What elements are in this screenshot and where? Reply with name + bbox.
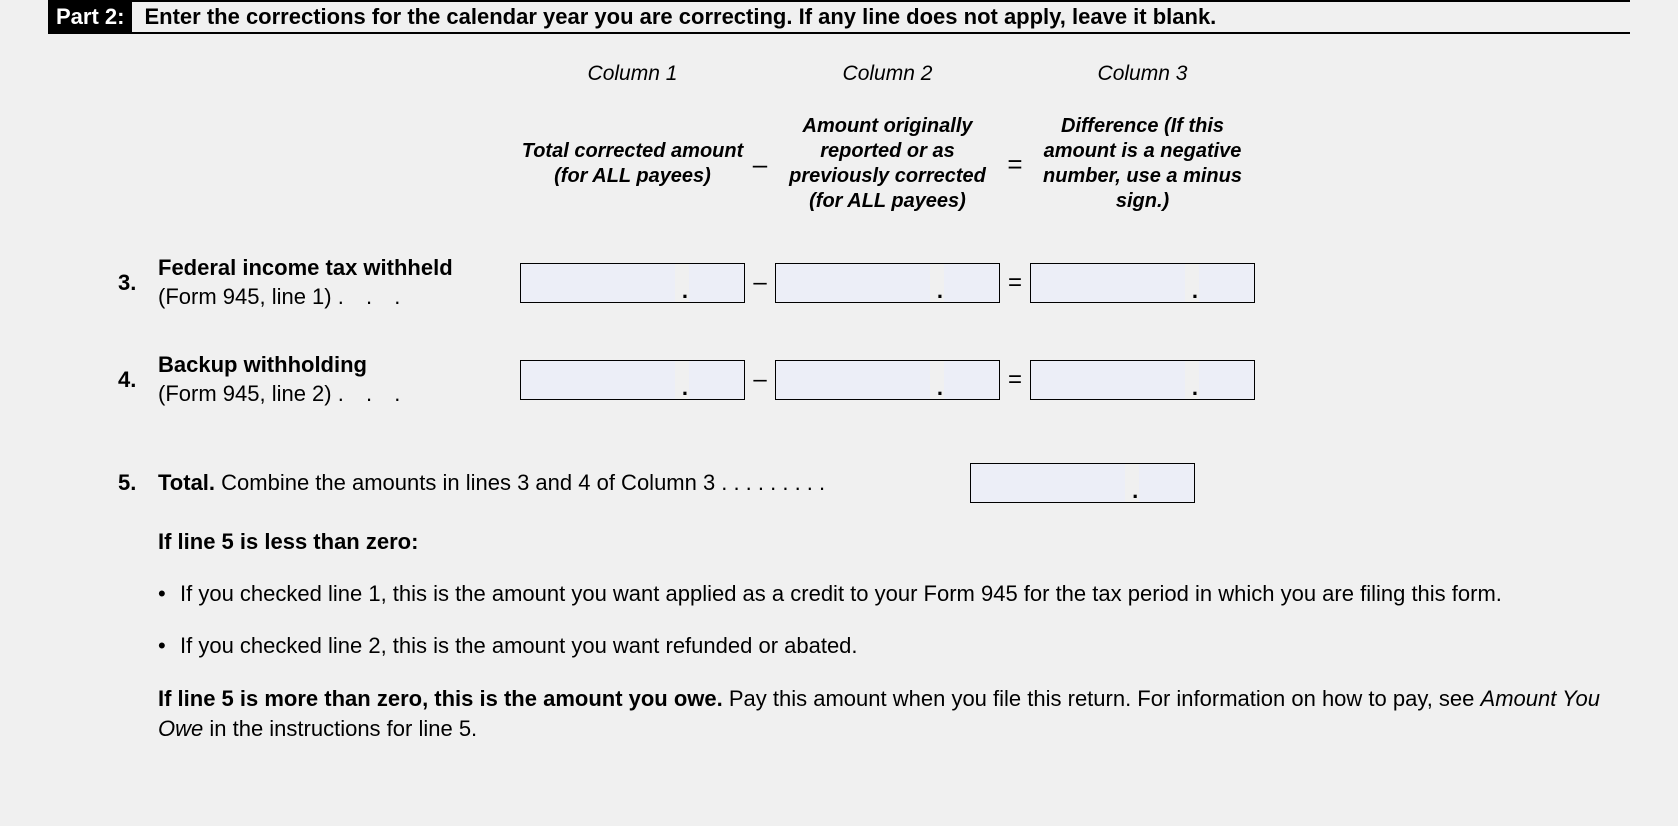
decimal-point: .	[1132, 478, 1138, 504]
part-header: Part 2: Enter the corrections for the ca…	[48, 0, 1630, 34]
columns-subheader-row: Total corrected amount (for ALL payees) …	[0, 114, 1678, 214]
line-4-dots: . . .	[338, 381, 409, 406]
line-5-label-bold: Total.	[158, 470, 215, 495]
decimal-point: .	[1192, 278, 1198, 304]
line-5-label-rest: Combine the amounts in lines 3 and 4 of …	[215, 470, 715, 495]
equals-operator: =	[1000, 149, 1030, 180]
column-3-title: Column 3	[1030, 62, 1255, 86]
line-4-col1-input[interactable]: .	[520, 360, 745, 400]
line-4-col2-input[interactable]: .	[775, 360, 1000, 400]
bullet-2: • If you checked line 2, this is the amo…	[0, 631, 1678, 661]
equals-operator: =	[1000, 366, 1030, 394]
more-than-zero-rest-a: Pay this amount when you file this retur…	[723, 686, 1481, 711]
bullet-icon: •	[158, 631, 180, 661]
bullet-icon: •	[158, 579, 180, 609]
more-than-zero-rest-b: in the instructions for line 5.	[203, 716, 477, 741]
column-2-title: Column 2	[775, 62, 1000, 86]
decimal-point: .	[937, 375, 943, 401]
minus-operator: –	[745, 366, 775, 394]
line-5-row: 5. Total. Combine the amounts in lines 3…	[0, 463, 1678, 503]
minus-operator: –	[745, 269, 775, 297]
line-5-col3-input[interactable]: .	[970, 463, 1195, 503]
decimal-point: .	[937, 278, 943, 304]
line-3-col3-input[interactable]: .	[1030, 263, 1255, 303]
line-4-col3-input[interactable]: .	[1030, 360, 1255, 400]
line-5-dots: . . . . . . . . .	[715, 470, 970, 496]
line-3-label-bold: Federal income tax withheld	[158, 255, 453, 280]
part-instruction: Enter the corrections for the calendar y…	[132, 2, 1216, 32]
line-4-number: 4.	[118, 367, 158, 393]
line-4-label: Backup withholding (Form 945, line 2) . …	[158, 351, 520, 408]
line-4-label-bold: Backup withholding	[158, 352, 367, 377]
more-than-zero-block: If line 5 is more than zero, this is the…	[0, 684, 1678, 743]
line-3-col2-input[interactable]: .	[775, 263, 1000, 303]
more-than-zero-bold: If line 5 is more than zero, this is the…	[158, 686, 723, 711]
line-3-col1-input[interactable]: .	[520, 263, 745, 303]
line-3-label-rest: (Form 945, line 1)	[158, 284, 332, 309]
line-4-row: 4. Backup withholding (Form 945, line 2)…	[0, 351, 1678, 408]
minus-operator: –	[745, 149, 775, 180]
decimal-point: .	[1192, 375, 1198, 401]
less-than-zero-text: If line 5 is less than zero:	[158, 529, 418, 554]
line-3-number: 3.	[118, 270, 158, 296]
line-4-label-rest: (Form 945, line 2)	[158, 381, 332, 406]
line-5-label: Total. Combine the amounts in lines 3 an…	[158, 470, 715, 496]
column-2-sub: Amount originally reported or as previou…	[775, 114, 1000, 214]
column-3-sub: Difference (If this amount is a negative…	[1030, 114, 1255, 214]
column-1-sub: Total corrected amount (for ALL payees)	[520, 139, 745, 189]
part-label: Part 2:	[48, 2, 132, 32]
decimal-point: .	[682, 375, 688, 401]
bullet-1-text: If you checked line 1, this is the amoun…	[180, 579, 1502, 609]
line-3-label: Federal income tax withheld (Form 945, l…	[158, 254, 520, 311]
line-3-dots: . . .	[338, 284, 409, 309]
columns-header-row: Column 1 Column 2 Column 3	[0, 62, 1678, 86]
line-5-number: 5.	[118, 470, 158, 496]
decimal-point: .	[682, 278, 688, 304]
equals-operator: =	[1000, 269, 1030, 297]
column-1-title: Column 1	[520, 62, 745, 86]
line-3-row: 3. Federal income tax withheld (Form 945…	[0, 254, 1678, 311]
bullet-1: • If you checked line 1, this is the amo…	[0, 579, 1678, 609]
bullet-2-text: If you checked line 2, this is the amoun…	[180, 631, 858, 661]
less-than-zero-heading: If line 5 is less than zero:	[0, 527, 1678, 557]
